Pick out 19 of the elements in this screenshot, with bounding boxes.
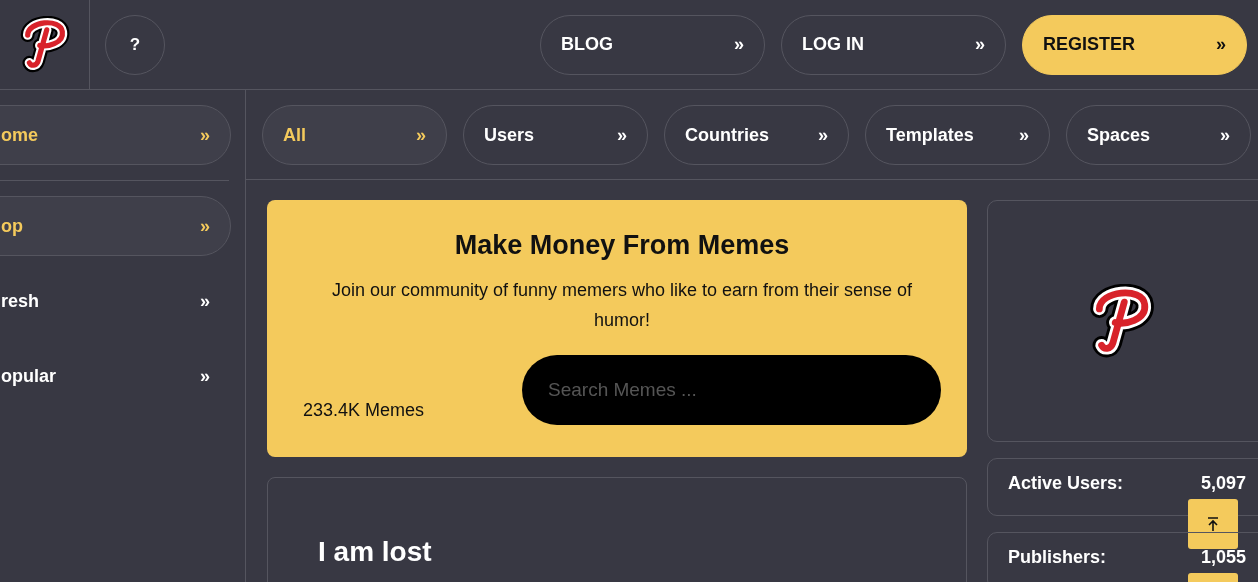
stat-label: Active Users:	[1008, 472, 1124, 494]
stat-value: 5,097	[1200, 472, 1246, 494]
scroll-top-button[interactable]	[1188, 499, 1238, 549]
arrow-up-icon	[1207, 517, 1219, 531]
stat-value: 1,055	[1200, 546, 1246, 568]
meme-count: 233.4K Memes	[303, 400, 425, 421]
logo-icon	[1088, 283, 1156, 359]
promo-text: Join our community of funny memers who like to earn from their sense of humor!	[330, 279, 914, 332]
sidebar-item[interactable]: ome »	[0, 105, 231, 165]
search-field[interactable]: Search Memes ...	[522, 355, 941, 425]
sidebar-item[interactable]: op »	[0, 196, 231, 256]
logo-icon	[18, 15, 71, 74]
sidebar-item[interactable]: resh »	[0, 271, 231, 331]
stat-label: Publishers:	[1008, 546, 1107, 568]
promo-title: Make Money From Memes	[453, 230, 791, 261]
nav-button[interactable]: REGISTER »	[1022, 14, 1247, 75]
card-title: I am lost	[318, 536, 433, 568]
sidebar-item[interactable]: opular »	[0, 346, 231, 406]
filter-tab[interactable]: All »	[262, 105, 447, 165]
